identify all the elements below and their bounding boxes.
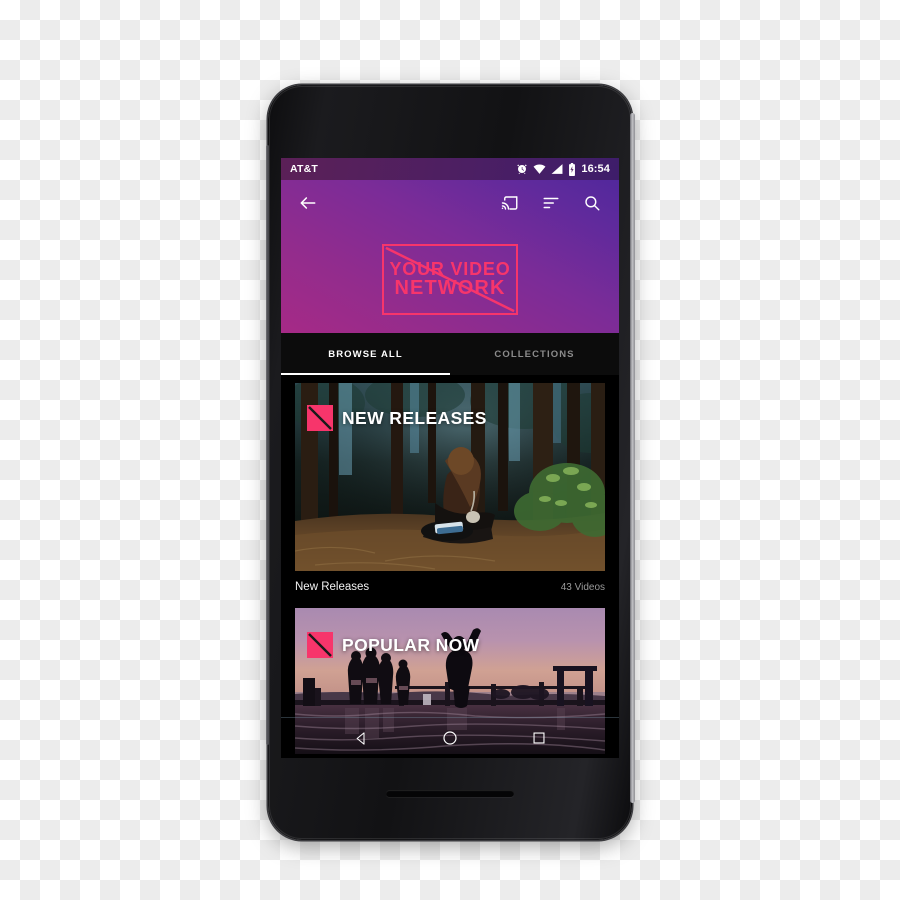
tab-bar: BROWSE ALL COLLECTIONS — [281, 333, 619, 375]
card-overlay: POPULAR NOW — [307, 632, 480, 658]
wifi-icon — [533, 164, 546, 174]
back-button[interactable] — [295, 190, 321, 216]
card-thumbnail[interactable]: NEW RELEASES — [295, 383, 605, 571]
phone-left-edge — [266, 145, 269, 745]
app-bar-actions — [281, 180, 619, 226]
tab-browse-all-label: BROWSE ALL — [328, 348, 403, 360]
logo-text: YOUR VIDEO NETWORK — [384, 246, 516, 313]
nav-back-triangle-icon — [356, 731, 365, 745]
card-video-count: 43 Videos — [560, 581, 605, 593]
tab-browse-all[interactable]: BROWSE ALL — [281, 333, 450, 375]
card-title: New Releases — [295, 581, 370, 593]
logo-line-1: YOUR VIDEO — [389, 259, 511, 280]
bottom-speaker — [386, 790, 514, 797]
carrier-label: AT&T — [290, 163, 319, 175]
card-overlay-title: NEW RELEASES — [342, 407, 487, 428]
logo-frame: YOUR VIDEO NETWORK — [382, 244, 518, 315]
cellular-signal-icon — [551, 164, 563, 174]
sort-button[interactable] — [538, 190, 564, 216]
brand-mark-icon — [307, 632, 333, 658]
battery-charging-icon — [569, 162, 576, 176]
app-logo: YOUR VIDEO NETWORK — [281, 226, 619, 333]
phone-screen: AT&T 16:54 YOUR VIDEO NETWORK BROWSE ALL… — [281, 158, 619, 758]
brand-mark-diagonal — [308, 406, 332, 430]
content-list[interactable]: NEW RELEASES New Releases 43 Videos POPU… — [281, 375, 619, 758]
nav-recents-square-icon — [533, 732, 545, 744]
nav-back-button[interactable] — [350, 727, 372, 749]
list-item[interactable]: NEW RELEASES New Releases 43 Videos — [281, 375, 619, 600]
status-clock: 16:54 — [581, 163, 610, 175]
status-icons: 16:54 — [516, 162, 610, 176]
android-nav-bar — [281, 718, 619, 758]
nav-recents-button[interactable] — [528, 727, 550, 749]
card-caption: New Releases 43 Videos — [295, 571, 605, 600]
nav-home-button[interactable] — [439, 727, 461, 749]
phone-right-edge — [630, 113, 635, 803]
search-icon — [585, 196, 600, 211]
brand-mark-diagonal — [308, 633, 332, 657]
phone-device: AT&T 16:54 YOUR VIDEO NETWORK BROWSE ALL… — [266, 85, 635, 840]
app-bar: YOUR VIDEO NETWORK — [281, 180, 619, 333]
sort-icon — [543, 197, 559, 209]
tab-collections[interactable]: COLLECTIONS — [450, 333, 619, 375]
status-bar: AT&T 16:54 — [281, 158, 619, 180]
card-overlay: NEW RELEASES — [307, 405, 487, 431]
nav-home-circle-icon — [443, 731, 457, 745]
card-overlay-title: POPULAR NOW — [342, 634, 480, 655]
search-button[interactable] — [579, 190, 605, 216]
logo-line-2: NETWORK — [394, 277, 506, 300]
cast-button[interactable] — [497, 190, 523, 216]
app-bar-right-actions — [497, 190, 605, 216]
tab-collections-label: COLLECTIONS — [494, 348, 575, 360]
back-arrow-icon — [300, 197, 316, 209]
cast-icon — [501, 196, 518, 210]
alarm-icon — [517, 164, 528, 175]
brand-mark-icon — [307, 405, 333, 431]
